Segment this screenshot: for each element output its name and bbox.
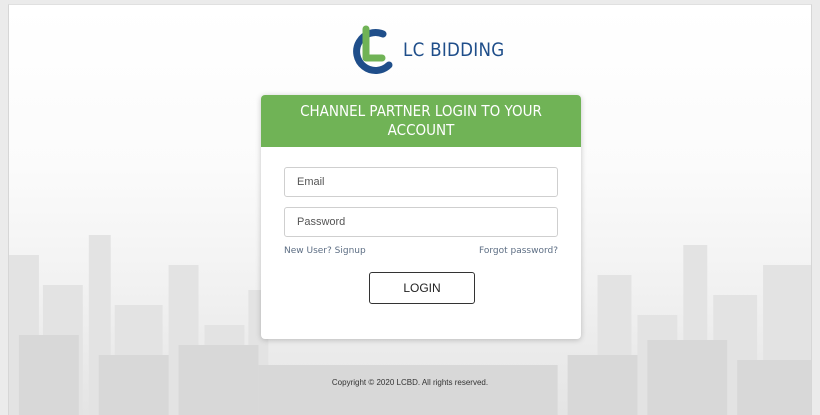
login-card-title: CHANNEL PARTNER LOGIN TO YOUR ACCOUNT — [300, 102, 542, 139]
password-input[interactable] — [284, 207, 558, 237]
signup-link[interactable]: New User? Signup — [284, 246, 366, 256]
login-card: CHANNEL PARTNER LOGIN TO YOUR ACCOUNT Ne… — [261, 95, 581, 339]
lc-bidding-logo: LC BIDDING — [349, 25, 518, 75]
brand-name: LC BIDDING — [403, 39, 505, 61]
email-input[interactable] — [284, 167, 558, 197]
forgot-password-link[interactable]: Forgot password? — [479, 246, 558, 256]
login-page-frame: LC BIDDING CHANNEL PARTNER LOGIN TO YOUR… — [8, 4, 812, 415]
login-card-header: CHANNEL PARTNER LOGIN TO YOUR ACCOUNT — [261, 95, 581, 147]
auth-links-row: New User? Signup Forgot password? — [284, 246, 558, 256]
lc-logo-icon — [353, 25, 393, 74]
page: LC BIDDING CHANNEL PARTNER LOGIN TO YOUR… — [0, 0, 820, 415]
login-button[interactable]: LOGIN — [369, 272, 475, 304]
copyright-footer: Copyright © 2020 LCBD. All rights reserv… — [331, 378, 489, 387]
